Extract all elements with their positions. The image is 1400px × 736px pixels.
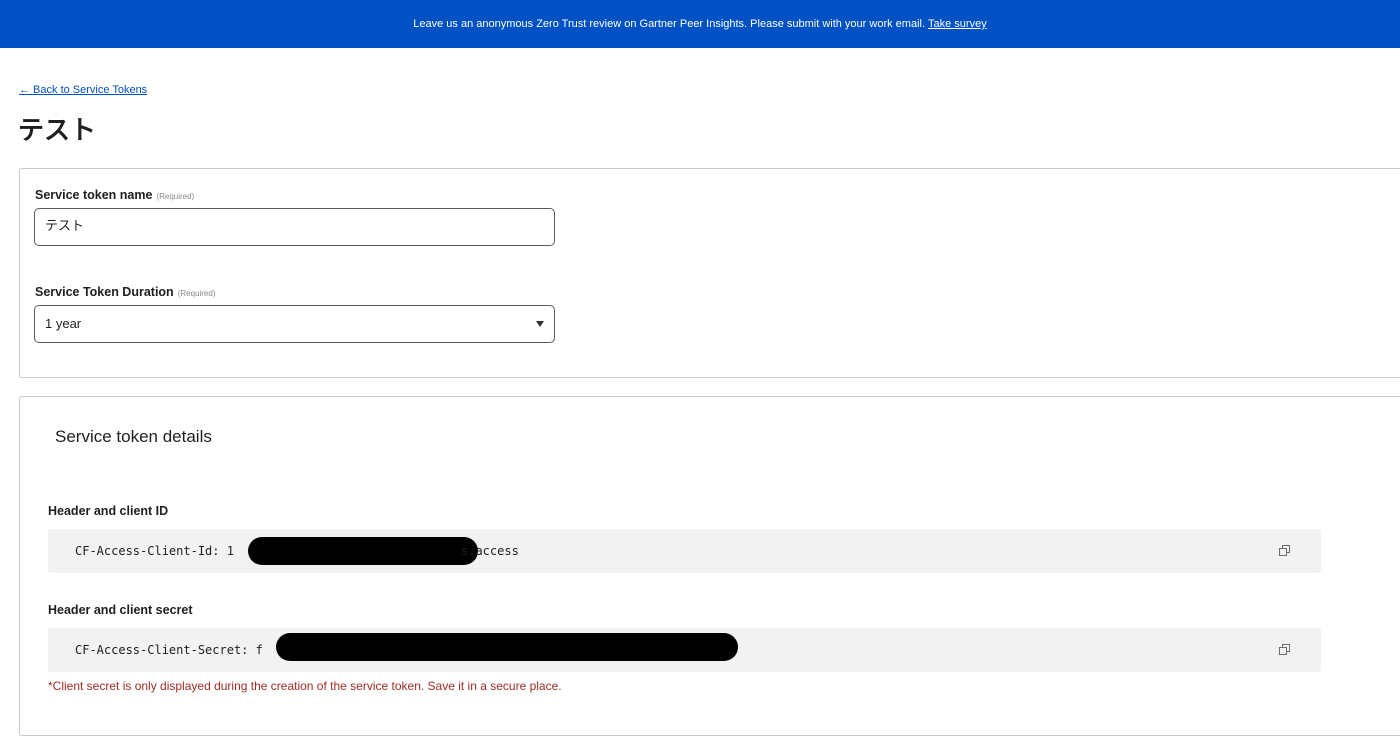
- service-token-name-label-text: Service token name: [35, 188, 153, 202]
- copy-icon[interactable]: [1279, 644, 1291, 656]
- client-id-value[interactable]: CF-Access-Client-Id: 1 s.access: [48, 529, 1321, 573]
- client-id-suffix: s.access: [461, 544, 519, 558]
- service-token-duration-label-text: Service Token Duration: [35, 285, 174, 299]
- service-token-duration-select[interactable]: 1 year: [34, 305, 555, 343]
- service-token-duration-label: Service Token Duration (Required): [35, 285, 216, 299]
- client-secret-prefix: CF-Access-Client-Secret: f: [75, 643, 263, 657]
- redaction-mark: [276, 633, 738, 661]
- token-settings-card: Service token name (Required) テスト Service…: [19, 168, 1400, 378]
- service-token-details-card: Service token details Header and client …: [19, 396, 1400, 736]
- client-id-label: Header and client ID: [48, 504, 169, 518]
- duration-selected-value: 1 year: [45, 316, 82, 331]
- client-secret-value[interactable]: CF-Access-Client-Secret: f: [48, 628, 1321, 672]
- copy-icon[interactable]: [1279, 545, 1291, 557]
- take-survey-link[interactable]: Take survey: [928, 18, 987, 30]
- survey-banner: Leave us an anonymous Zero Trust review …: [0, 0, 1400, 48]
- banner-text: Leave us an anonymous Zero Trust review …: [413, 18, 926, 30]
- service-token-name-label: Service token name (Required): [35, 188, 194, 202]
- chevron-down-icon: [536, 321, 544, 327]
- client-secret-warning: *Client secret is only displayed during …: [48, 679, 562, 693]
- required-hint: (Required): [177, 289, 216, 298]
- details-section-title: Service token details: [55, 427, 212, 446]
- client-secret-label: Header and client secret: [48, 603, 193, 617]
- back-to-service-tokens-link[interactable]: ← Back to Service Tokens: [19, 84, 147, 96]
- client-id-prefix: CF-Access-Client-Id: 1: [75, 544, 234, 558]
- redaction-mark: [248, 537, 478, 565]
- service-token-name-input[interactable]: テスト: [34, 208, 555, 246]
- required-hint: (Required): [156, 192, 195, 201]
- page-title: テスト: [18, 116, 97, 146]
